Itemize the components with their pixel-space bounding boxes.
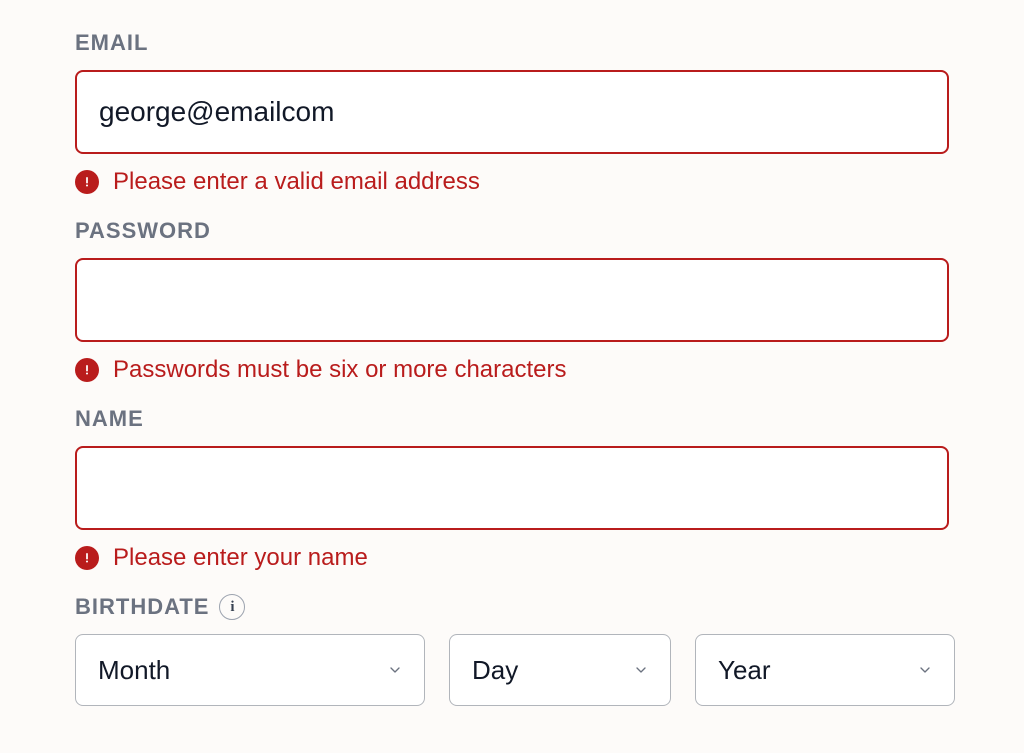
year-select[interactable]: Year: [695, 634, 955, 706]
email-error-text: Please enter a valid email address: [113, 168, 480, 196]
error-icon: [75, 358, 99, 382]
name-error-text: Please enter your name: [113, 544, 368, 572]
password-input[interactable]: [75, 258, 949, 342]
error-icon: [75, 170, 99, 194]
password-label: PASSWORD: [75, 218, 949, 244]
year-select-wrap: Year: [695, 634, 955, 706]
password-error-row: Passwords must be six or more characters: [75, 356, 949, 384]
email-label: EMAIL: [75, 30, 949, 56]
month-select[interactable]: Month: [75, 634, 425, 706]
password-error-text: Passwords must be six or more characters: [113, 356, 566, 384]
birthdate-label-row: BIRTHDATE i: [75, 594, 949, 620]
email-input[interactable]: [75, 70, 949, 154]
info-icon[interactable]: i: [219, 594, 245, 620]
name-field-group: NAME Please enter your name: [75, 406, 949, 572]
month-select-wrap: Month: [75, 634, 425, 706]
name-error-row: Please enter your name: [75, 544, 949, 572]
birthdate-field-group: BIRTHDATE i Month Day Year: [75, 594, 949, 706]
email-field-group: EMAIL Please enter a valid email address: [75, 30, 949, 196]
name-label: NAME: [75, 406, 949, 432]
day-select[interactable]: Day: [449, 634, 671, 706]
password-field-group: PASSWORD Passwords must be six or more c…: [75, 218, 949, 384]
name-input[interactable]: [75, 446, 949, 530]
error-icon: [75, 546, 99, 570]
day-select-wrap: Day: [449, 634, 671, 706]
birthdate-selects: Month Day Year: [75, 634, 949, 706]
email-error-row: Please enter a valid email address: [75, 168, 949, 196]
birthdate-label: BIRTHDATE: [75, 594, 209, 620]
